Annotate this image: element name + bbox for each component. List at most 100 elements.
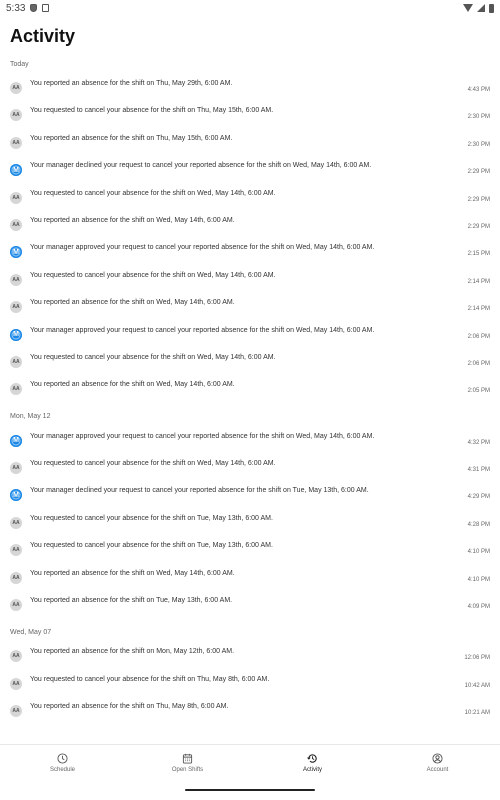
battery-icon	[489, 3, 494, 13]
activity-item[interactable]: AA You requested to cancel your absence f…	[0, 511, 500, 538]
nav-open-shifts[interactable]: Open Shifts	[125, 745, 250, 788]
activity-message: You requested to cancel your absence for…	[30, 353, 276, 361]
activity-item[interactable]: M Your manager approved your request to c…	[0, 323, 500, 350]
nav-label: Activity	[302, 767, 322, 773]
nav-activity[interactable]: Activity	[250, 745, 375, 788]
manager-avatar: M	[10, 246, 22, 259]
activity-item[interactable]: AA You reported an absence for the shift …	[0, 131, 500, 158]
activity-message: You reported an absence for the shift on…	[30, 703, 229, 711]
signal-icon	[477, 4, 485, 12]
activity-message: Your manager declined your request to ca…	[30, 487, 369, 495]
notification-icon	[42, 4, 50, 12]
activity-time: 4:10 PM	[467, 549, 490, 556]
activity-item[interactable]: AA You requested to cancel your absence f…	[0, 103, 500, 130]
activity-item[interactable]: AA You reported an absence for the shift …	[0, 566, 500, 593]
activity-item[interactable]: M Your manager declined your request to c…	[0, 158, 500, 185]
activity-message: You reported an absence for the shift on…	[30, 597, 233, 605]
nav-schedule[interactable]: Schedule	[0, 745, 125, 788]
activity-item[interactable]: AA You requested to cancel your absence f…	[0, 456, 500, 483]
user-avatar: AA	[10, 383, 22, 396]
account-icon	[432, 753, 443, 764]
nav-account[interactable]: Account	[375, 745, 500, 788]
activity-item[interactable]: AA You reported an absence for the shift …	[0, 699, 500, 726]
status-time: 5:33	[6, 2, 26, 14]
user-avatar: AA	[10, 599, 22, 612]
activity-message: You reported an absence for the shift on…	[30, 80, 233, 87]
page-title: Activity	[10, 26, 76, 46]
section-header: Wed, May 07	[10, 628, 52, 636]
activity-item[interactable]: AA You requested to cancel your absence f…	[0, 186, 500, 213]
activity-time: 2:14 PM	[467, 306, 490, 313]
user-avatar: AA	[10, 273, 22, 286]
activity-message: You requested to cancel your absence for…	[30, 675, 270, 683]
activity-time: 4:28 PM	[467, 521, 490, 528]
activity-message: You requested to cancel your absence for…	[30, 460, 276, 468]
bottom-nav: Schedule Open Shifts Activity Account	[0, 744, 500, 788]
activity-time: 2:30 PM	[467, 114, 490, 121]
activity-item[interactable]: AA You reported an absence for the shift …	[0, 377, 500, 404]
activity-time: 2:29 PM	[467, 223, 490, 230]
activity-item[interactable]: AA You reported an absence for the shift …	[0, 593, 500, 620]
activity-message: You reported an absence for the shift on…	[30, 569, 235, 577]
user-avatar: AA	[10, 109, 22, 122]
activity-time: 12:06 PM	[464, 655, 490, 662]
user-avatar: AA	[10, 218, 22, 231]
activity-message: Your manager approved your request to ca…	[30, 326, 375, 334]
activity-item[interactable]: AA You requested to cancel your absence f…	[0, 350, 500, 377]
user-avatar: AA	[10, 705, 22, 718]
activity-message: You requested to cancel your absence for…	[30, 514, 273, 522]
section-header: Mon, May 12	[10, 413, 51, 421]
user-avatar: AA	[10, 301, 22, 314]
nav-label: Schedule	[49, 767, 76, 773]
activity-time: 2:06 PM	[467, 333, 490, 340]
manager-avatar: M	[10, 328, 22, 341]
activity-time: 2:30 PM	[467, 141, 490, 148]
user-avatar: AA	[10, 355, 22, 368]
home-indicator	[185, 789, 315, 791]
shield-icon	[30, 4, 38, 12]
activity-time: 2:14 PM	[467, 278, 490, 285]
activity-item[interactable]: AA You requested to cancel your absence f…	[0, 538, 500, 565]
manager-avatar: M	[10, 489, 22, 502]
activity-time: 4:09 PM	[467, 604, 490, 611]
activity-message: You reported an absence for the shift on…	[30, 134, 233, 142]
activity-message: You reported an absence for the shift on…	[30, 216, 235, 224]
activity-message: You reported an absence for the shift on…	[30, 299, 235, 307]
activity-message: Your manager declined your request to ca…	[30, 162, 372, 170]
manager-avatar: M	[10, 434, 22, 447]
activity-message: You requested to cancel your absence for…	[30, 542, 273, 550]
manager-avatar: M	[10, 164, 22, 177]
activity-time: 2:06 PM	[467, 360, 490, 367]
activity-time: 4:29 PM	[467, 494, 490, 501]
activity-time: 2:15 PM	[467, 251, 490, 258]
nav-label: Account	[426, 767, 449, 773]
activity-item[interactable]: AA You requested to cancel your absence f…	[0, 268, 500, 295]
activity-item[interactable]: AA You reported an absence for the shift …	[0, 76, 500, 103]
activity-time: 10:21 AM	[464, 710, 490, 717]
activity-item[interactable]: M Your manager approved your request to c…	[0, 240, 500, 267]
activity-message: You reported an absence for the shift on…	[30, 648, 235, 656]
activity-item[interactable]: AA You reported an absence for the shift …	[0, 213, 500, 240]
clock-icon	[57, 753, 68, 764]
activity-item[interactable]: M Your manager declined your request to c…	[0, 483, 500, 510]
activity-item[interactable]: AA You reported an absence for the shift …	[0, 644, 500, 671]
activity-item[interactable]: AA You reported an absence for the shift …	[0, 295, 500, 322]
wifi-icon	[463, 4, 473, 12]
section-header: Today	[10, 60, 29, 68]
activity-feed[interactable]: Today AA You reported an absence for the s…	[0, 52, 500, 742]
activity-message: You requested to cancel your absence for…	[30, 271, 276, 279]
user-avatar: AA	[10, 650, 22, 663]
user-avatar: AA	[10, 136, 22, 149]
activity-item[interactable]: AA You requested to cancel your absence f…	[0, 672, 500, 699]
activity-item[interactable]: M Your manager approved your request to c…	[0, 429, 500, 456]
activity-time: 10:42 AM	[464, 682, 490, 689]
activity-time: 2:29 PM	[467, 196, 490, 203]
user-avatar: AA	[10, 544, 22, 557]
nav-label: Open Shifts	[171, 767, 204, 773]
user-avatar: AA	[10, 677, 22, 690]
activity-time: 4:10 PM	[467, 576, 490, 583]
activity-message: Your manager approved your request to ca…	[30, 244, 375, 252]
user-avatar: AA	[10, 516, 22, 529]
user-avatar: AA	[10, 191, 22, 204]
user-avatar: AA	[10, 571, 22, 584]
